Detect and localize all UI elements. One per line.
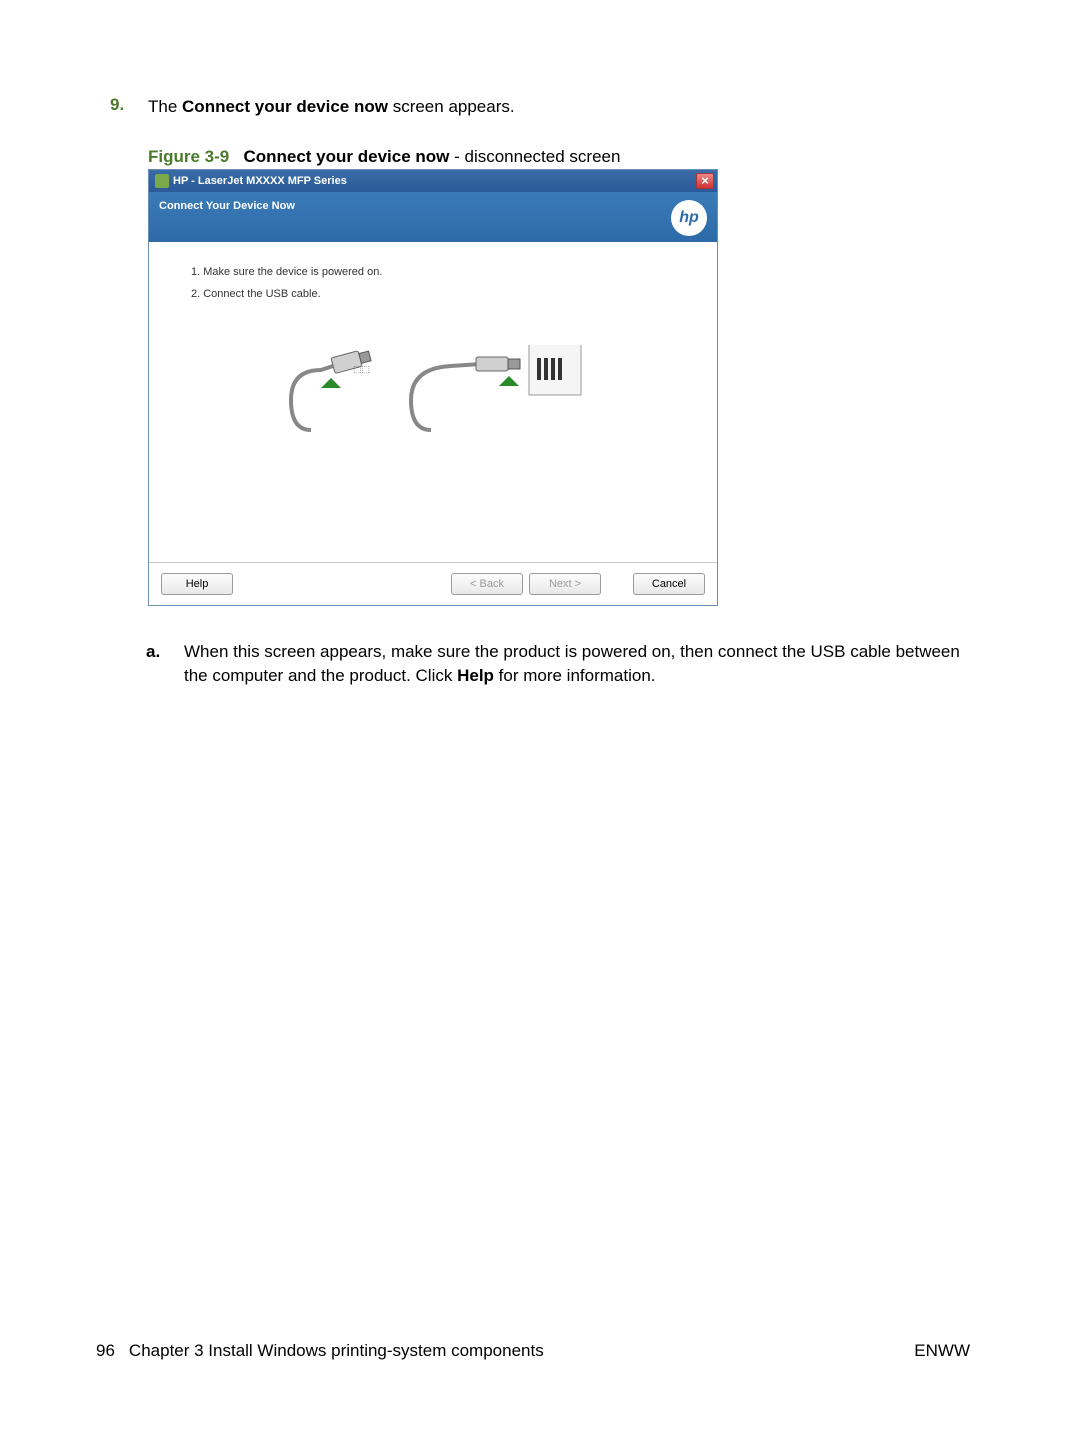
step-text: The Connect your device now screen appea…	[148, 95, 515, 119]
dialog-subheader: Connect Your Device Now hp	[149, 192, 717, 242]
step-number: 9.	[110, 95, 148, 119]
footer-right: ENWW	[914, 1341, 970, 1361]
titlebar: HP - LaserJet MXXXX MFP Series ×	[149, 170, 717, 192]
figure-title-after: - disconnected screen	[449, 147, 620, 166]
substep-text-after: for more information.	[494, 666, 656, 685]
substep-text: When this screen appears, make sure the …	[184, 640, 970, 689]
substep-letter: a.	[146, 640, 184, 689]
page-number: 96	[96, 1341, 115, 1361]
instruction-line-1: 1. Make sure the device is powered on.	[191, 266, 681, 278]
step-text-before: The	[148, 97, 182, 116]
back-button[interactable]: < Back	[451, 573, 523, 595]
help-button[interactable]: Help	[161, 573, 233, 595]
installer-dialog: HP - LaserJet MXXXX MFP Series × Connect…	[148, 169, 718, 606]
instruction-line-2: 2. Connect the USB cable.	[191, 288, 681, 300]
usb-illustration: ⬚⬚ ⬚⬚	[281, 340, 591, 450]
page-footer: 96 Chapter 3 Install Windows printing-sy…	[0, 1341, 1080, 1361]
figure-title-bold: Connect your device now	[243, 147, 449, 166]
dialog-body: 1. Make sure the device is powered on. 2…	[149, 242, 717, 562]
step-text-bold: Connect your device now	[182, 97, 388, 116]
figure-caption: Figure 3-9 Connect your device now - dis…	[148, 147, 970, 167]
step-text-after: screen appears.	[388, 97, 515, 116]
figure-label: Figure 3-9	[148, 147, 229, 166]
substep-a: a. When this screen appears, make sure t…	[146, 640, 970, 689]
subheader-text: Connect Your Device Now	[159, 200, 295, 212]
window-title: HP - LaserJet MXXXX MFP Series	[173, 175, 696, 187]
step-9: 9. The Connect your device now screen ap…	[110, 95, 970, 119]
next-button[interactable]: Next >	[529, 573, 601, 595]
dialog-footer: Help < Back Next > Cancel	[149, 562, 717, 605]
chapter-title: Chapter 3 Install Windows printing-syste…	[129, 1341, 544, 1361]
app-icon	[155, 174, 169, 188]
svg-text:⬚⬚: ⬚⬚	[353, 364, 370, 374]
close-icon[interactable]: ×	[696, 173, 714, 189]
cancel-button[interactable]: Cancel	[633, 573, 705, 595]
hp-logo-icon: hp	[671, 200, 707, 236]
substep-text-bold: Help	[457, 666, 494, 685]
hp-logo-text: hp	[679, 209, 699, 227]
